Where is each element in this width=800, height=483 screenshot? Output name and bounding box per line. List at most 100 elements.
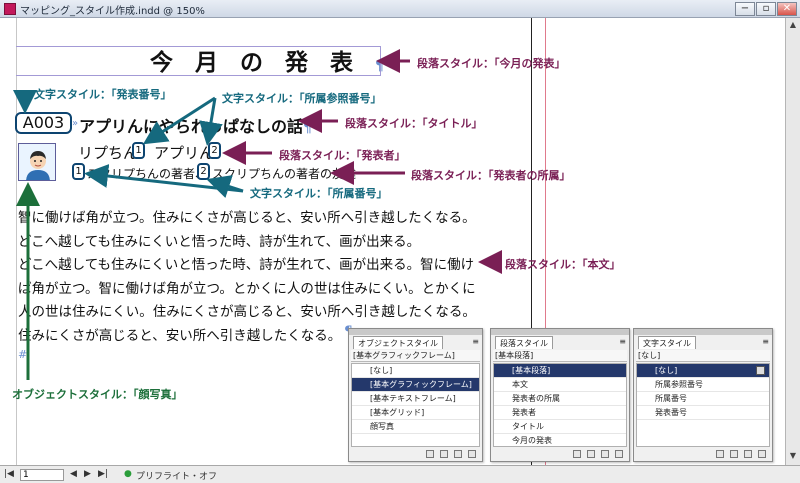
first-page-button[interactable]: |◀ — [4, 469, 14, 479]
body-line-3[interactable]: どこへ越しても住みにくいと悟った時、詩が生れて、画が出来る。智に働け — [18, 253, 474, 273]
annotation-heading: 段落スタイル：「今月の発表」 — [417, 57, 566, 70]
list-item[interactable]: 発表者 — [494, 406, 626, 420]
annotation-body: 段落スタイル：「本文」 — [505, 258, 621, 271]
affiliation-number-2[interactable]: 2 — [197, 163, 210, 180]
preflight-status-icon: ● — [124, 469, 132, 479]
presentation-code[interactable]: A003 — [15, 112, 72, 134]
speaker-2[interactable]: アプリん — [154, 142, 214, 163]
character-styles-panel[interactable]: 文字スタイル ≡ [なし] [なし] 所属参照番号 所属番号 発表番号 — [633, 328, 773, 462]
panel-menu-icon[interactable]: ≡ — [619, 337, 626, 346]
list-item[interactable]: 所属参照番号 — [637, 378, 769, 392]
object-styles-panel[interactable]: オブジェクトスタイル ≡ [基本グラフィックフレーム] [なし] [基本グラフィ… — [348, 328, 483, 462]
page-number-field[interactable]: 1 — [20, 469, 64, 481]
trash-icon[interactable] — [615, 450, 623, 458]
indesign-app-icon — [4, 3, 16, 15]
annotation-title: 段落スタイル：「タイトル」 — [345, 117, 483, 130]
presentation-title[interactable]: アプリんにやられっぱなしの話¶ — [79, 113, 312, 137]
new-style-icon[interactable] — [601, 450, 609, 458]
trash-icon[interactable] — [468, 450, 476, 458]
scroll-up-icon[interactable]: ▲ — [788, 20, 798, 30]
end-of-story-mark: # — [18, 348, 28, 361]
list-item[interactable]: 顔写真 — [352, 420, 479, 434]
clear-override-icon[interactable] — [587, 450, 595, 458]
body-line-5[interactable]: 人の世は住みにくい。住みにくさが高じると、安い所へ引き越したくなる。 — [18, 300, 476, 320]
body-line-6[interactable]: 住みにくさが高じると、安い所へ引き越したくなる。 — [18, 324, 341, 344]
affiliation-ref-2[interactable]: 2 — [208, 142, 221, 159]
annotation-affil-num: 文字スタイル：「所属番号」 — [250, 187, 388, 200]
list-item[interactable]: 所属番号 — [637, 392, 769, 406]
list-item[interactable]: 発表番号 — [637, 406, 769, 420]
title-bar: マッピング_スタイル作成.indd @ 150% − ▫ ✕ — [0, 0, 800, 18]
close-button[interactable]: ✕ — [777, 2, 797, 16]
list-item[interactable]: 今月の発表 — [494, 434, 626, 446]
space-mark: » — [72, 118, 79, 129]
window-title: マッピング_スタイル作成.indd @ 150% — [20, 6, 205, 17]
maximize-button[interactable]: ▫ — [756, 2, 776, 16]
preflight-status[interactable]: プリフライト・オフ — [136, 469, 217, 482]
next-page-button[interactable]: ▶ — [84, 469, 91, 479]
list-item[interactable]: [なし] — [352, 364, 479, 378]
panel-footer — [351, 447, 480, 459]
body-line-2[interactable]: どこへ越しても住みにくいと悟った時、詩が生れて、画が出来る。 — [18, 230, 420, 250]
paragraph-style-list[interactable]: [基本段落] 本文 発表者の所属 発表者 タイトル 今月の発表 — [493, 363, 627, 447]
character-style-list[interactable]: [なし] 所属参照番号 所属番号 発表番号 — [636, 363, 770, 447]
list-item[interactable]: [基本テキストフレーム] — [352, 392, 479, 406]
current-character-style: [なし] — [636, 350, 770, 362]
person-avatar-icon — [19, 144, 55, 180]
clear-override-icon[interactable] — [440, 450, 448, 458]
panel-grip[interactable] — [634, 329, 772, 335]
affiliation-ref-1[interactable]: 1 — [132, 142, 145, 159]
list-item[interactable]: 本文 — [494, 378, 626, 392]
list-item[interactable]: タイトル — [494, 420, 626, 434]
pilcrow-mark: ¶ — [303, 120, 312, 136]
panel-footer — [636, 447, 770, 459]
title-text: アプリんにやられっぱなしの話 — [79, 117, 304, 136]
annotation-code-char: 文字スタイル：「発表番号」 — [34, 88, 172, 101]
object-style-list[interactable]: [なし] [基本グラフィックフレーム] [基本テキストフレーム] [基本グリッド… — [351, 363, 480, 447]
minimize-button[interactable]: − — [735, 2, 755, 16]
clear-override-icon[interactable] — [730, 450, 738, 458]
affiliation-2[interactable]: スクリプちんの著者の友達 — [212, 165, 356, 182]
folder-icon[interactable] — [573, 450, 581, 458]
list-item[interactable]: 発表者の所属 — [494, 392, 626, 406]
panel-menu-icon[interactable]: ≡ — [762, 337, 769, 346]
trash-icon[interactable] — [758, 450, 766, 458]
paragraph-styles-panel[interactable]: 段落スタイル ≡ [基本段落] [基本段落] 本文 発表者の所属 発表者 タイト… — [490, 328, 630, 462]
vertical-scrollbar[interactable]: ▲ ▼ — [785, 18, 800, 465]
affiliation-1[interactable]: スクリプちんの著者、 — [87, 165, 207, 182]
last-page-button[interactable]: ▶| — [98, 469, 108, 479]
panel-grip[interactable] — [491, 329, 629, 335]
speaker-1[interactable]: リプちん — [78, 142, 138, 163]
current-paragraph-style: [基本段落] — [493, 350, 627, 362]
page-heading[interactable]: 今月の発表¶ — [150, 43, 384, 77]
prev-page-button[interactable]: ◀ — [70, 469, 77, 479]
body-line-1[interactable]: 智に働けば角が立つ。住みにくさが高じると、安い所へ引き越したくなる。 — [18, 206, 476, 226]
tab-object-styles[interactable]: オブジェクトスタイル — [353, 336, 443, 349]
annotation-ref-char: 文字スタイル：「所属参照番号」 — [222, 92, 382, 105]
panel-menu-icon[interactable]: ≡ — [472, 337, 479, 346]
face-photo-frame[interactable] — [18, 143, 56, 181]
folder-icon[interactable] — [426, 450, 434, 458]
new-style-icon[interactable] — [454, 450, 462, 458]
heading-text: 今月の発表 — [150, 50, 375, 76]
list-item[interactable]: [基本グリッド] — [352, 406, 479, 420]
current-object-style: [基本グラフィックフレーム] — [351, 350, 480, 362]
annotation-speaker: 段落スタイル：「発表者」 — [279, 149, 406, 162]
panel-grip[interactable] — [349, 329, 482, 335]
scroll-down-icon[interactable]: ▼ — [788, 451, 798, 461]
affiliation-number-1[interactable]: 1 — [72, 163, 85, 180]
status-bar: |◀ 1 ◀ ▶ ▶| ● プリフライト・オフ — [0, 465, 800, 483]
pilcrow-mark: ¶ — [375, 58, 384, 74]
list-item[interactable]: [基本グラフィックフレーム] — [352, 378, 479, 392]
list-item[interactable]: [なし] — [637, 364, 769, 378]
lock-icon — [756, 366, 765, 375]
panel-footer — [493, 447, 627, 459]
list-item[interactable]: [基本段落] — [494, 364, 626, 378]
new-style-icon[interactable] — [744, 450, 752, 458]
body-line-4[interactable]: ば角が立つ。智に働けば角が立つ。とかくに人の世は住みにくい。とかくに — [18, 277, 476, 297]
list-item-label: [なし] — [655, 366, 678, 375]
annotation-object: オブジェクトスタイル：「顔写真」 — [12, 388, 183, 401]
tab-paragraph-styles[interactable]: 段落スタイル — [495, 336, 553, 349]
tab-character-styles[interactable]: 文字スタイル — [638, 336, 696, 349]
folder-icon[interactable] — [716, 450, 724, 458]
